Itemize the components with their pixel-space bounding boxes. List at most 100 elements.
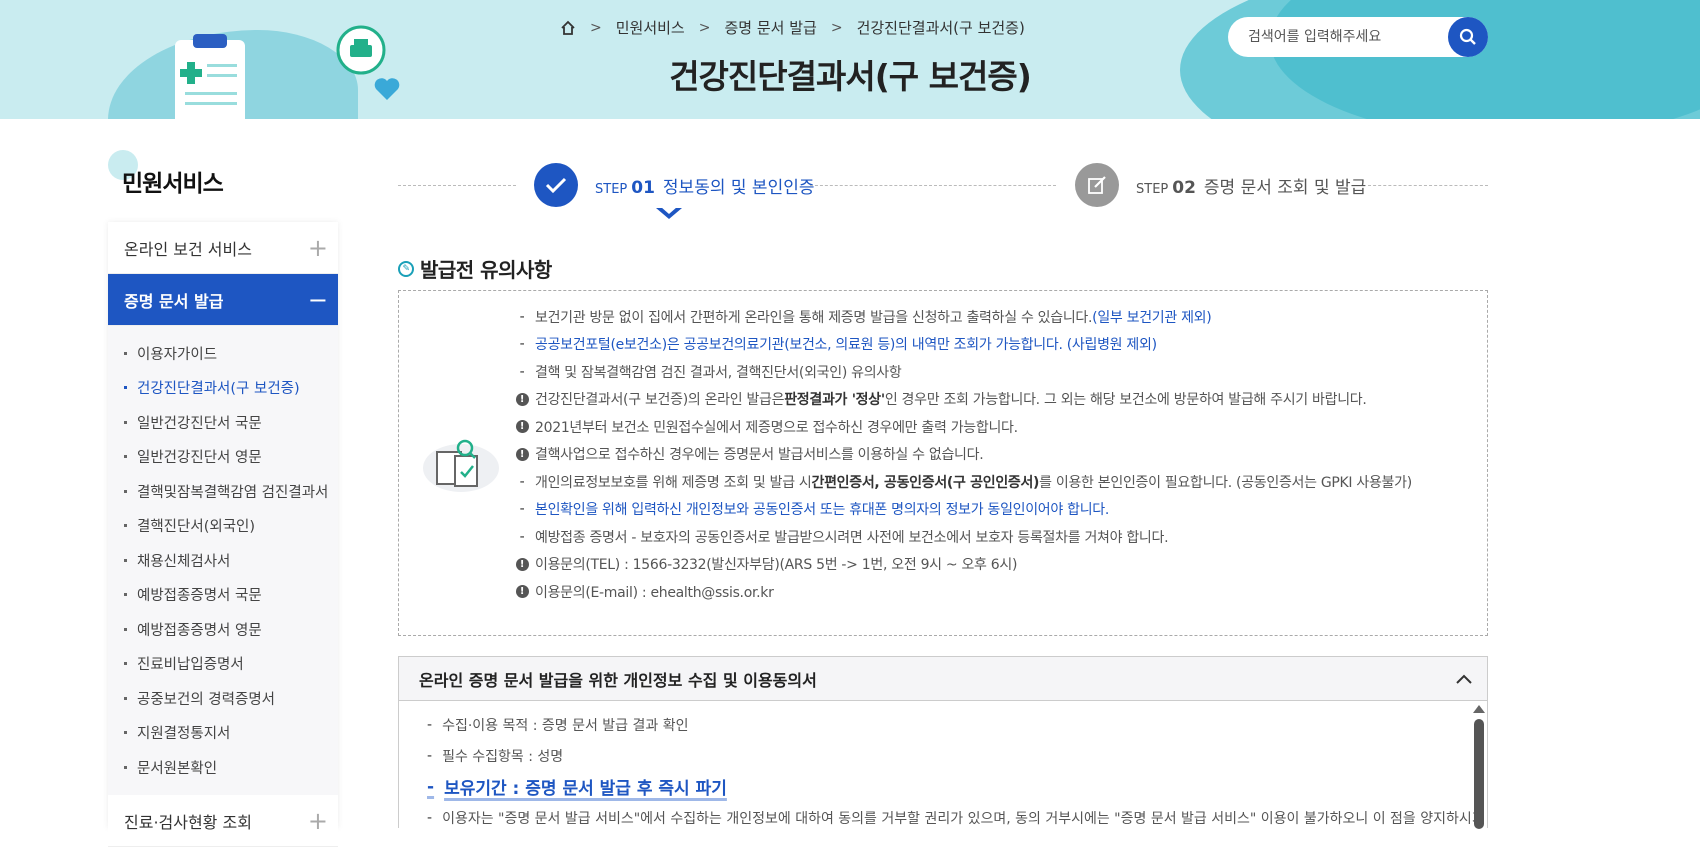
agreement-item: - 필수 수집항목 : 성명 [427,747,564,765]
sidebar-subitem-label: 지원결정통지서 [137,726,231,743]
sidebar-subitem-label: 공중보건의 경력증명서 [137,691,276,708]
notice-item: - 본인확인을 위해 입력하신 개인정보와 공동인증서 또는 휴대폰 명의자의 정… [519,501,1110,519]
sidebar-menu-records[interactable]: 진료·검사현황 조회 + [108,795,338,847]
check-icon [534,163,578,207]
sidebar-subitem-label: 결핵진단서(외국인) [137,519,256,536]
notice-text: 이용문의(E-mail) : ehealth@ssis.or.kr [535,584,774,601]
edit-icon [1075,163,1119,207]
agreement-item: - 이용자는 "증명 문서 발급 서비스"에서 수집하는 개인정보에 대하여 동의… [427,809,1485,827]
sidebar-subitem[interactable]: 공중보건의 경력증명서 [108,681,338,716]
sidebar-subitem[interactable]: 일반건강진단서 영문 [108,440,338,475]
notice-text: 2021년부터 보건소 민원접수실에서 제증명으로 접수하신 경우에만 출력 가… [535,419,1018,436]
step-divider [1368,185,1488,186]
sidebar-subitem-label: 이용자가이드 [137,346,218,363]
sidebar-subitem[interactable]: 이용자가이드 [108,336,338,371]
section-title-text: 발급전 유의사항 [420,258,552,282]
search-input[interactable] [1248,17,1438,57]
breadcrumb-item[interactable]: 민원서비스 [616,17,685,38]
notice-text: 결핵 및 잠복결핵감염 검진 결과서, 결핵진단서(외국인) 유의사항 [535,364,902,381]
sidebar-subitem[interactable]: 예방접종증명서 국문 [108,578,338,613]
sidebar-menu-label: 진료·검사현황 조회 [124,812,252,832]
agreement-title: 온라인 증명 문서 발급을 위한 개인정보 수집 및 이용동의서 [419,670,817,690]
sidebar-subitem[interactable]: 예방접종증명서 영문 [108,612,338,647]
agreement-item: - 수집·이용 목적 : 증명 문서 발급 결과 확인 [427,716,689,734]
sidebar-subitem-label: 진료비납입증명서 [137,657,244,674]
sidebar-subitem-label: 일반건강진단서 영문 [137,450,262,467]
breadcrumb-item[interactable]: 증명 문서 발급 [724,17,816,38]
notice-text-bold: 간편인증서, 공동인증서(구 공인인증서) [811,474,1040,491]
step-title: 정보동의 및 본인인증 [662,178,815,198]
page-title: 건강진단결과서(구 보건증) [669,57,1032,96]
notice-text-bold: 판정결과가 '정상' [784,392,885,409]
sidebar-subitem-label: 문서원본확인 [137,760,218,777]
minus-icon: − [307,285,328,314]
agreement-body: - 수집·이용 목적 : 증명 문서 발급 결과 확인 - 필수 수집항목 : 성명… [399,701,1489,829]
header-banner: > 민원서비스 > 증명 문서 발급 > 건강진단결과서(구 보건증) 건강진단… [0,0,1700,119]
exclamation-icon: ! [515,557,529,571]
step-indicator: STEP 01 정보동의 및 본인인증 STEP 02 증명 문서 조회 및 발급 [398,160,1488,219]
sidebar-menu-certificate[interactable]: 증명 문서 발급 − [108,274,338,326]
plus-icon: + [307,806,328,835]
agreement-text: 이용자는 "증명 문서 발급 서비스"에서 수집하는 개인정보에 대하여 동의를… [442,810,1485,827]
exclamation-icon: ! [515,447,529,461]
search-button[interactable] [1448,17,1488,57]
sidebar-subitem[interactable]: 결핵진단서(외국인) [108,509,338,544]
agreement-text: 필수 수집항목 : 성명 [442,748,564,765]
sidebar-menu-online-health[interactable]: 온라인 보건 서비스 + [108,222,338,274]
chevron-up-icon[interactable] [1455,673,1473,685]
agreement-header[interactable]: 온라인 증명 문서 발급을 위한 개인정보 수집 및 이용동의서 [399,657,1487,701]
notice-item: - 예방접종 증명서 - 보호자의 공동인증서로 발급받으시려면 사전에 보건소에… [519,528,1169,546]
notice-text: 보건기관 방문 없이 집에서 간편하게 온라인을 통해 제증명 발급을 신청하고… [535,309,1093,326]
sidebar-subitem[interactable]: 진료비납입증명서 [108,647,338,682]
sidebar-subitem[interactable]: 지원결정통지서 [108,716,338,751]
search-icon [1459,28,1476,45]
notice-text: 이용문의(TEL) : 1566-3232(발신자부담)(ARS 5번 -> 1… [535,557,1018,574]
agreement-item: - 보유기간 : 증명 문서 발급 후 즉시 파기 [427,771,1489,802]
notice-item: ! 건강진단결과서(구 보건증)의 온라인 발급은 판정결과가 '정상' 인 경우만… [513,386,1412,414]
step-prefix: STEP [595,182,628,197]
breadcrumb: > 민원서비스 > 증명 문서 발급 > 건강진단결과서(구 보건증) [560,17,1030,38]
agreement-panel: 온라인 증명 문서 발급을 위한 개인정보 수집 및 이용동의서 - 수집·이용 … [398,656,1489,829]
search-box [1228,17,1488,57]
sidebar-menu-label: 증명 문서 발급 [124,291,224,311]
notice-item: ! 2021년부터 보건소 민원접수실에서 제증명으로 접수하신 경우에만 출력 … [513,413,1412,441]
chevron-right-icon: > [590,19,602,36]
notice-item: ! 이용문의(E-mail) : ehealth@ssis.or.kr [513,578,1412,606]
sidebar-subitem-active[interactable]: 건강진단결과서(구 보건증) [108,371,338,406]
step-number: 02 [1172,178,1196,198]
sidebar-subitem-label: 결핵및잠복결핵감염 검진결과서 [137,484,329,501]
exclamation-icon: ! [515,420,529,434]
step-prefix: STEP [1136,182,1169,197]
breadcrumb-item[interactable]: 건강진단결과서(구 보건증) [857,17,1025,38]
scrollbar[interactable] [1473,705,1485,829]
notice-text-highlight: 공공보건포털(e보건소)은 공공보건의료기관(보건소, 의료원 등)의 내역만 … [535,337,1157,354]
scroll-up-icon[interactable] [1473,705,1485,713]
sidebar-subitem[interactable]: 채용신체검사서 [108,543,338,578]
notice-text-highlight: 본인확인을 위해 입력하신 개인정보와 공동인증서 또는 휴대폰 명의자의 정보… [535,502,1110,519]
sidebar-subitem[interactable]: 결핵및잠복결핵감염 검진결과서 [108,474,338,509]
sidebar-menu-label: 온라인 보건 서비스 [124,239,252,259]
chevron-down-icon [656,207,682,219]
notice-text: 예방접종 증명서 - 보호자의 공동인증서로 발급받으시려면 사전에 보건소에서… [535,529,1169,546]
sidebar-subitem-label: 예방접종증명서 국문 [137,588,262,605]
sidebar-subitem-label: 예방접종증명서 영문 [137,622,262,639]
step-divider [810,185,1056,186]
notice-list: - 보건기관 방문 없이 집에서 간편하게 온라인을 통해 제증명 발급을 신청하… [513,303,1412,606]
document-search-icon [423,439,499,492]
notice-item: ! 결핵사업으로 접수하신 경우에는 증명문서 발급서비스를 이용하실 수 없습니… [513,441,1412,469]
notice-item: - 보건기관 방문 없이 집에서 간편하게 온라인을 통해 제증명 발급을 신청하… [519,308,1212,326]
notice-text: 건강진단결과서(구 보건증)의 온라인 발급은 [535,392,785,409]
step-2-label: STEP 02 증명 문서 조회 및 발급 [1136,173,1366,198]
scrollbar-thumb[interactable] [1474,719,1484,829]
sidebar-subitem[interactable]: 일반건강진단서 국문 [108,405,338,440]
sidebar-subitem-label: 채용신체검사서 [137,553,231,570]
sidebar-subitem[interactable]: 문서원본확인 [108,750,338,785]
pencil-icon: ✎ [398,260,414,277]
plus-icon: + [307,233,328,262]
exclamation-icon: ! [515,392,529,406]
notice-text: 결핵사업으로 접수하신 경우에는 증명문서 발급서비스를 이용하실 수 없습니다… [535,447,984,464]
exclamation-icon: ! [515,585,529,599]
step-title: 증명 문서 조회 및 발급 [1203,178,1367,198]
notice-item: - 결핵 및 잠복결핵감염 검진 결과서, 결핵진단서(외국인) 유의사항 [519,363,902,381]
home-icon[interactable] [560,20,576,36]
